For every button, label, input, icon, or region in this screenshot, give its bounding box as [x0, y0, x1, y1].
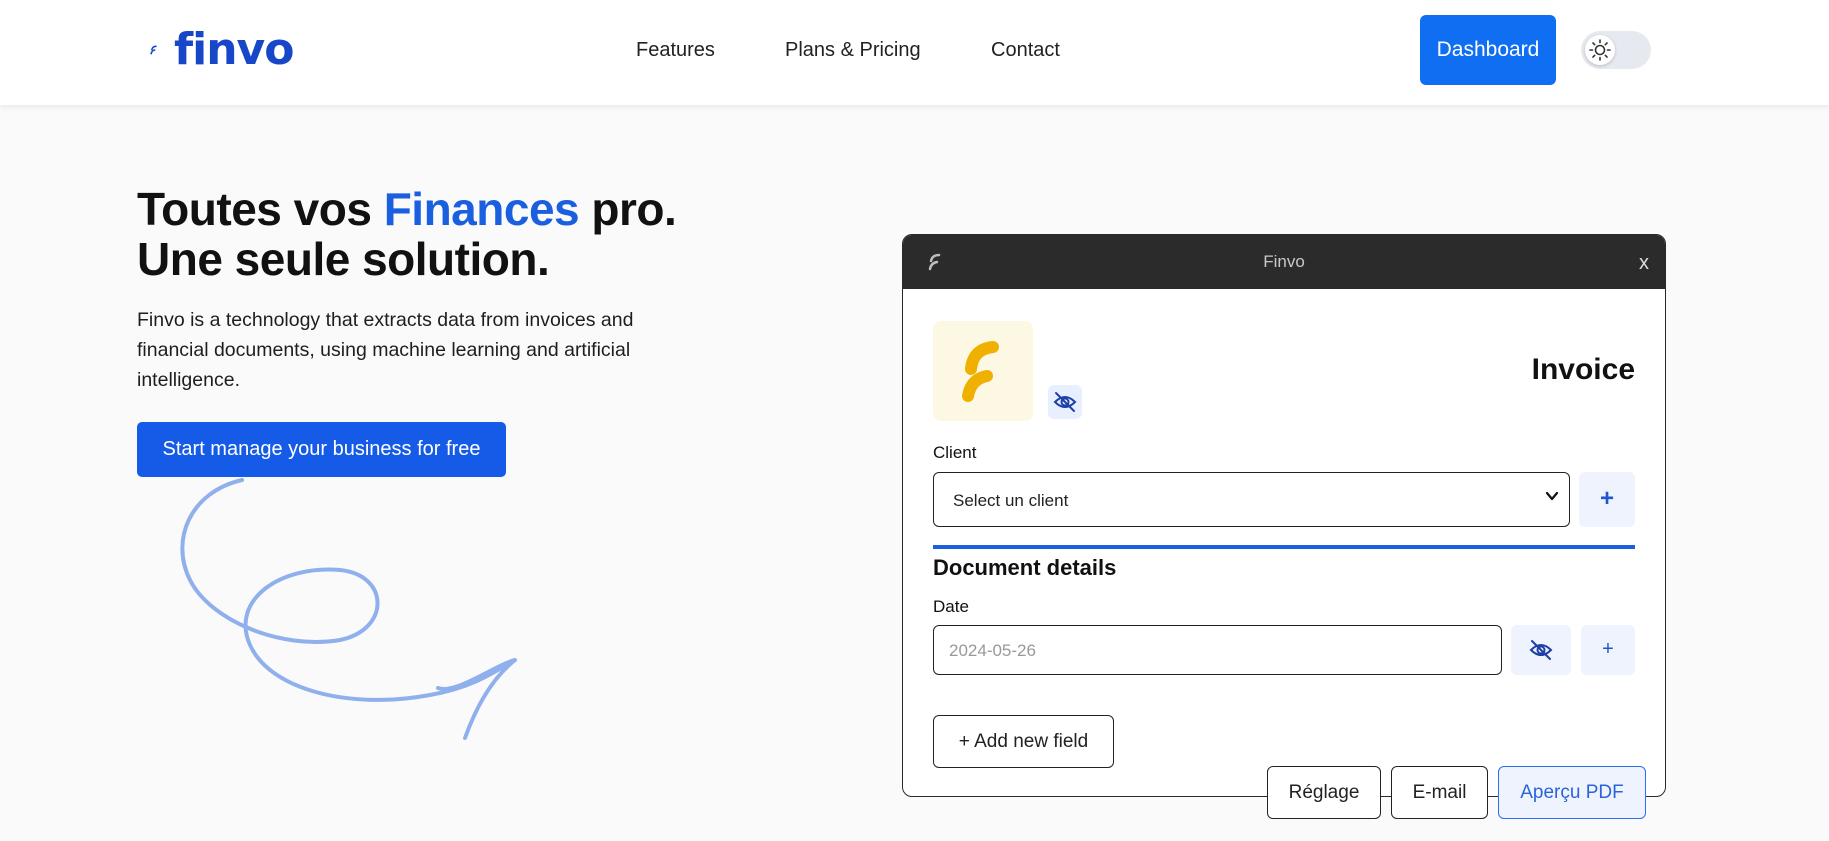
finvo-yellow-logo-icon	[962, 341, 999, 402]
window-titlebar: Finvo x	[903, 235, 1665, 289]
hero-title-line2: Une seule solution.	[137, 233, 550, 285]
site-header: finvo Features Plans & Pricing Contact D…	[0, 0, 1829, 105]
hero-title-part2: pro.	[579, 183, 677, 235]
hero-title: Toutes vos Finances pro. Une seule solut…	[137, 183, 677, 285]
decorative-arrow-icon	[180, 478, 517, 740]
sun-icon	[1589, 39, 1611, 61]
toggle-logo-visibility-button[interactable]	[1048, 385, 1082, 419]
eye-off-icon	[1053, 392, 1077, 412]
brand-logo[interactable]: finvo	[174, 24, 294, 76]
invoice-app-window: Finvo x Invoice Client Select un client …	[902, 234, 1666, 797]
add-date-button[interactable]: +	[1581, 625, 1635, 675]
settings-button[interactable]: Réglage	[1267, 766, 1381, 819]
section-divider	[933, 545, 1635, 549]
finvo-logo-icon[interactable]	[150, 26, 180, 74]
client-select[interactable]: Select un client	[933, 472, 1570, 527]
section-title: Document details	[933, 555, 1117, 580]
hero-title-accent: Finances	[383, 183, 580, 235]
company-logo-upload[interactable]	[933, 321, 1033, 421]
add-new-field-button[interactable]: + Add new field	[933, 715, 1114, 768]
document-type-label: Invoice	[1531, 353, 1635, 386]
dashboard-button[interactable]: Dashboard	[1420, 15, 1556, 85]
nav-contact[interactable]: Contact	[991, 38, 1060, 62]
hero-title-part1: Toutes vos	[137, 183, 384, 235]
chevron-down-icon	[1545, 491, 1559, 501]
client-select-value: Select un client	[953, 491, 1069, 510]
add-client-button[interactable]: +	[1579, 472, 1635, 527]
toggle-date-visibility-button[interactable]	[1511, 625, 1571, 675]
close-icon[interactable]: x	[1639, 252, 1649, 275]
date-input-placeholder: 2024-05-26	[949, 641, 1036, 660]
hero-description: Finvo is a technology that extracts data…	[137, 309, 634, 391]
pdf-preview-button[interactable]: Aperçu PDF	[1498, 766, 1646, 819]
client-label: Client	[933, 443, 977, 462]
toggle-knob	[1585, 35, 1615, 65]
date-label: Date	[933, 597, 969, 616]
email-button[interactable]: E-mail	[1391, 766, 1488, 819]
eye-off-icon	[1529, 640, 1553, 660]
date-input[interactable]: 2024-05-26	[933, 625, 1502, 675]
start-free-button[interactable]: Start manage your business for free	[137, 422, 506, 477]
nav-plans-pricing[interactable]: Plans & Pricing	[785, 38, 921, 62]
window-title: Finvo	[1263, 252, 1305, 271]
nav-features[interactable]: Features	[636, 38, 715, 62]
theme-toggle[interactable]	[1581, 31, 1651, 69]
